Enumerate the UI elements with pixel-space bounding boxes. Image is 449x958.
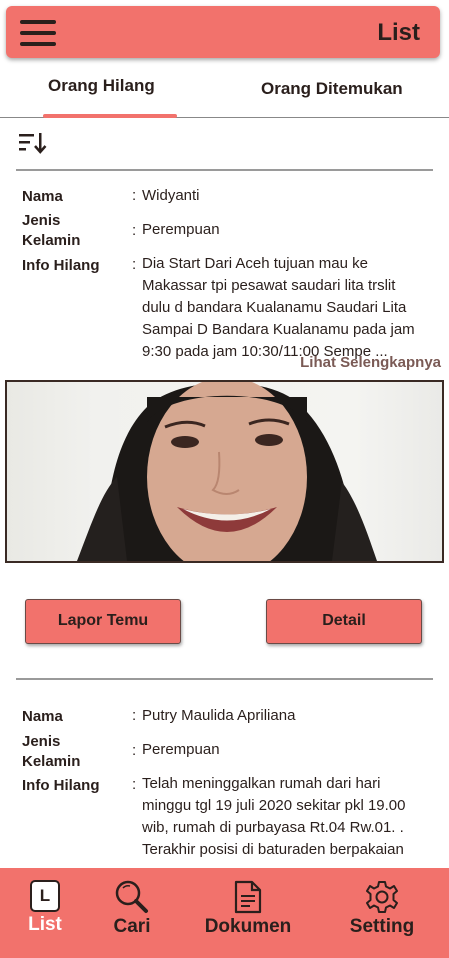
person-gender: Perempuan [142,221,220,238]
gender-label-line2: Kelamin [22,753,81,770]
hamburger-menu-icon[interactable] [18,18,60,50]
person-name: Widyanti [142,187,200,204]
see-more-link[interactable]: Lihat Selengkapnya [300,354,441,371]
nav-setting[interactable]: Setting [343,880,421,938]
document-icon [234,880,262,914]
gender-label-line1: Jenis [22,212,61,229]
divider [16,169,433,171]
person-gender: Perempuan [142,741,220,758]
name-label: Nama [22,188,63,205]
list-L-icon: L [30,880,60,912]
bottom-navigation: L List Cari Dokumen Setting [0,868,449,958]
gender-label-line1: Jenis [22,733,61,750]
person-photo [5,380,444,563]
nav-cari-label: Cari [113,916,151,937]
tab-orang-hilang[interactable]: Orang Hilang [48,76,155,96]
sort-descending-icon[interactable] [18,132,48,154]
nav-dokumen-label: Dokumen [204,916,292,937]
info-text: Dia Start Dari Aceh tujuan mau ke Makass… [142,255,415,360]
colon: : [132,222,137,239]
colon: : [132,776,137,793]
nav-setting-label: Setting [349,916,415,937]
detail-button[interactable]: Detail [266,599,422,644]
name-label: Nama [22,708,63,725]
info-label: Info Hilang [22,777,100,794]
colon: : [132,742,137,759]
colon: : [132,707,137,724]
app-bar: List [6,6,440,58]
gender-label-line2: Kelamin [22,232,81,249]
colon: : [132,256,137,273]
colon: : [132,187,137,204]
tab-bar: Orang Hilang Orang Ditemukan [0,66,449,118]
nav-list-label: List [28,914,62,935]
info-label: Info Hilang [22,257,100,274]
active-tab-indicator [43,114,177,118]
tab-orang-ditemukan[interactable]: Orang Ditemukan [261,79,403,99]
page-title: List [377,19,420,46]
nav-cari[interactable]: Cari [108,880,156,938]
gear-icon [366,881,398,913]
report-found-button[interactable]: Lapor Temu [25,599,181,644]
divider [16,678,433,680]
nav-dokumen[interactable]: Dokumen [199,880,297,938]
nav-list[interactable]: L List [26,880,64,936]
info-text: Telah meninggalkan rumah dari hari mingg… [142,775,406,858]
search-icon [115,880,148,913]
person-name: Putry Maulida Apriliana [142,707,296,724]
